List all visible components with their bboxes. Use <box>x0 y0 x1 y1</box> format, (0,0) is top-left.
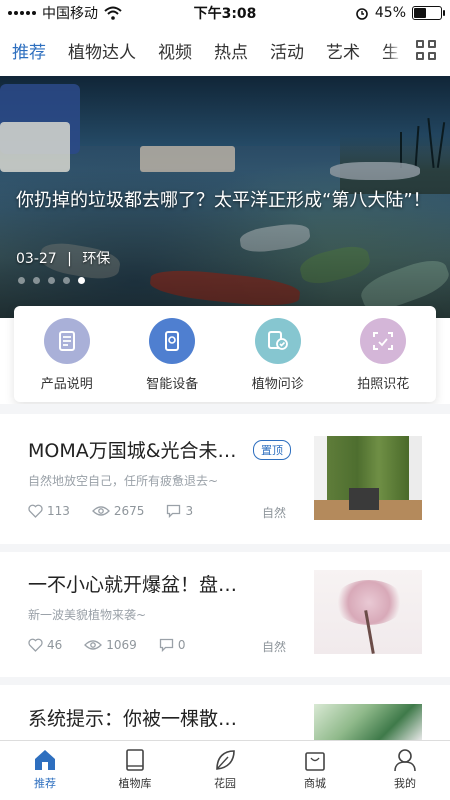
home-icon <box>35 750 55 770</box>
eye-icon <box>84 640 103 650</box>
view-stat: 2675 <box>91 504 145 518</box>
diagnosis-icon <box>254 318 301 364</box>
banner-category: 环保 <box>82 251 111 267</box>
banner-date: 03-27 <box>16 251 57 267</box>
nav-label: 植物库 <box>118 777 152 790</box>
category-tabs: 推荐 植物达人 视频 热点 活动 艺术生 <box>0 26 450 74</box>
device-icon <box>149 318 196 364</box>
article-tag: 自然 <box>262 640 287 654</box>
bottom-navigation: 推荐 植物库 花园 商城 我的 <box>0 740 450 800</box>
quick-action-manual[interactable]: 产品说明 <box>22 318 112 392</box>
quick-action-label: 产品说明 <box>40 377 93 392</box>
nav-label: 商城 <box>304 777 326 790</box>
quick-action-diagnosis[interactable]: 植物问诊 <box>233 318 323 392</box>
article-stats: 46 1069 0 <box>28 638 207 652</box>
tab-item[interactable]: 植物达人 <box>68 38 136 63</box>
quick-action-label: 拍照识花 <box>357 377 410 392</box>
view-count: 1069 <box>106 638 137 652</box>
banner-separator: | <box>67 251 72 267</box>
section-divider <box>0 544 450 552</box>
article-tag: 自然 <box>262 506 287 520</box>
leaf-icon <box>216 750 235 770</box>
heart-icon <box>28 504 43 518</box>
article-thumbnail <box>314 704 422 740</box>
section-divider <box>0 677 450 685</box>
article-thumbnail <box>314 436 422 520</box>
nav-plant-library[interactable]: 植物库 <box>90 741 180 800</box>
quick-action-camera-scan[interactable]: 拍照识花 <box>338 318 428 392</box>
tab-item[interactable]: 推荐 <box>12 38 46 63</box>
like-stat[interactable]: 113 <box>28 504 70 518</box>
quick-action-label: 智能设备 <box>146 377 199 392</box>
quick-action-device[interactable]: 智能设备 <box>127 318 217 392</box>
like-count: 113 <box>47 504 70 518</box>
tab-item[interactable]: 艺术 <box>326 38 360 63</box>
section-divider <box>0 404 450 414</box>
status-left: 中国移动 <box>8 3 122 23</box>
nav-label: 花园 <box>214 777 236 790</box>
comment-count: 3 <box>185 504 194 518</box>
nav-profile[interactable]: 我的 <box>360 741 450 800</box>
pinned-badge: 置顶 <box>253 440 291 460</box>
quick-actions: 产品说明 智能设备 植物问诊 拍照识花 <box>14 306 436 402</box>
shopping-bag-icon <box>305 752 325 771</box>
tab-menu-grid-icon[interactable] <box>402 26 450 74</box>
quick-action-label: 植物问诊 <box>251 377 304 392</box>
article-thumbnail <box>314 570 422 654</box>
tab-item[interactable]: 生 <box>382 38 399 63</box>
alarm-icon <box>356 8 368 20</box>
carrier-label: 中国移动 <box>42 6 98 22</box>
carousel-dots[interactable] <box>18 277 85 284</box>
view-stat: 1069 <box>84 638 137 652</box>
carousel-dot[interactable] <box>18 277 25 284</box>
article-subtitle: 新一波美貌植物来袭~ <box>28 608 147 622</box>
comment-count: 0 <box>177 638 186 652</box>
article-stats: 113 2675 3 <box>28 504 215 518</box>
article-title: 一不小心就开爆盆！盘… <box>28 574 238 596</box>
signal-icon <box>8 11 36 15</box>
nav-label: 推荐 <box>34 777 56 790</box>
banner-meta: 03-27 | 环保 <box>16 248 110 268</box>
tab-item[interactable]: 热点 <box>214 38 248 63</box>
comment-stat[interactable]: 0 <box>159 638 186 652</box>
boat-hull <box>0 122 70 172</box>
article-card[interactable]: 系统提示：你被一棵散… <box>0 704 450 740</box>
view-count: 2675 <box>113 504 145 518</box>
comment-stat[interactable]: 3 <box>166 504 193 518</box>
carousel-dot[interactable] <box>33 277 40 284</box>
battery-percent: 45% <box>374 5 406 21</box>
thumbnail-chair <box>349 488 379 510</box>
battery-icon <box>412 6 445 20</box>
eye-icon <box>91 506 110 516</box>
nav-garden[interactable]: 花园 <box>180 741 270 800</box>
tab-item[interactable]: 视频 <box>158 38 192 63</box>
nav-shop[interactable]: 商城 <box>270 741 360 800</box>
comment-icon <box>167 504 181 518</box>
manual-icon <box>43 318 90 364</box>
carousel-dot[interactable] <box>48 277 55 284</box>
profile-icon <box>394 749 416 772</box>
thumbnail-blossom <box>334 580 404 625</box>
carousel-dot[interactable] <box>78 277 85 284</box>
nav-label: 我的 <box>394 777 416 790</box>
nav-recommend[interactable]: 推荐 <box>0 741 90 800</box>
heart-icon <box>28 638 43 652</box>
camera-scan-icon <box>360 318 407 364</box>
article-title: 系统提示：你被一棵散… <box>28 708 238 730</box>
banner-title: 你扔掉的垃圾都去哪了？太平洋正形成“第八大陆”！ <box>16 190 431 211</box>
wifi-icon <box>104 6 122 20</box>
article-title: MOMA万国城&光合未… <box>28 440 237 462</box>
featured-banner[interactable]: 你扔掉的垃圾都去哪了？太平洋正形成“第八大陆”！ 03-27 | 环保 <box>0 76 450 318</box>
article-subtitle: 自然地放空自己，任所有疲惫退去~ <box>28 474 219 488</box>
comment-icon <box>159 638 173 652</box>
like-stat[interactable]: 46 <box>28 638 62 652</box>
tab-item[interactable]: 活动 <box>270 38 304 63</box>
carousel-dot[interactable] <box>63 277 70 284</box>
book-icon <box>126 749 144 771</box>
like-count: 46 <box>47 638 63 652</box>
status-bar: 中国移动 下午3:08 45% <box>0 0 450 26</box>
status-right: 45% <box>355 5 445 21</box>
